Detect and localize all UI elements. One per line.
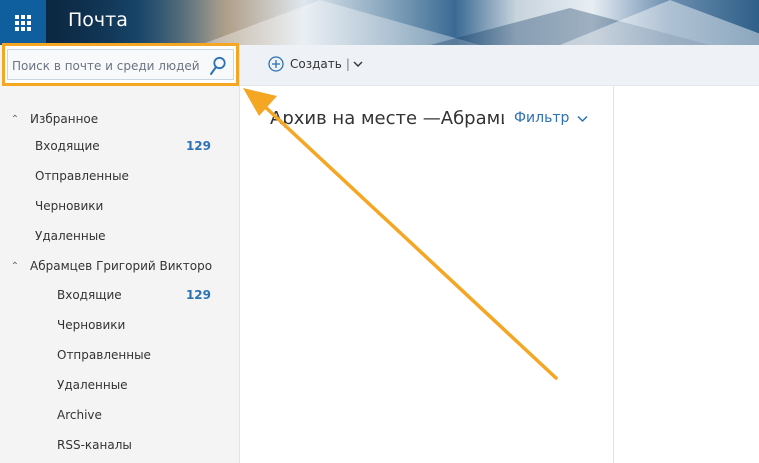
search-field-frame bbox=[7, 49, 234, 80]
account-item-sent[interactable]: Отправленные bbox=[0, 343, 240, 367]
chevron-down-icon bbox=[577, 115, 588, 122]
search-icon[interactable] bbox=[209, 56, 227, 76]
header-background-3 bbox=[560, 0, 759, 45]
message-list: Архив на месте —Абрамцев Григорий Виктор… bbox=[240, 86, 614, 463]
folder-label: Черновики bbox=[57, 318, 126, 332]
search-box bbox=[2, 43, 239, 86]
chevron-down-icon[interactable] bbox=[353, 59, 363, 69]
favorites-item-drafts[interactable]: Черновики bbox=[0, 194, 240, 218]
account-item-inbox[interactable]: Входящие 129 bbox=[0, 283, 240, 307]
chevron-up-icon: ⌃ bbox=[10, 113, 20, 125]
folder-label: Отправленные bbox=[35, 169, 129, 183]
folder-label: RSS-каналы bbox=[57, 438, 132, 452]
folder-pane: ⌃ Избранное Входящие 129 Отправленные Че… bbox=[0, 45, 240, 463]
waffle-icon bbox=[15, 14, 31, 31]
folder-label: Archive bbox=[57, 408, 102, 422]
search-input[interactable] bbox=[12, 56, 208, 76]
reading-pane bbox=[614, 86, 759, 463]
favorites-group-header[interactable]: ⌃ Избранное bbox=[0, 107, 240, 131]
command-bar: Создать | bbox=[240, 45, 759, 86]
folder-label: Черновики bbox=[35, 199, 104, 213]
account-group-label: Абрамцев Григорий Викторо bbox=[30, 259, 213, 273]
folder-title: Архив на месте —Абрамцев Григорий Виктор… bbox=[270, 108, 504, 129]
favorites-item-inbox[interactable]: Входящие 129 bbox=[0, 134, 240, 158]
app-launcher-button[interactable] bbox=[0, 0, 46, 45]
filter-label: Фильтр bbox=[514, 110, 570, 126]
create-button[interactable]: Создать | bbox=[268, 56, 363, 72]
account-group-header[interactable]: ⌃ Абрамцев Григорий Викторо bbox=[0, 254, 240, 278]
top-header: Почта bbox=[0, 0, 759, 45]
app-title: Почта bbox=[68, 9, 128, 31]
favorites-group-label: Избранное bbox=[30, 112, 99, 126]
folder-label: Удаленные bbox=[35, 229, 106, 243]
separator: | bbox=[345, 57, 350, 71]
chevron-up-icon: ⌃ bbox=[10, 260, 20, 272]
favorites-item-deleted[interactable]: Удаленные bbox=[0, 224, 240, 248]
account-item-deleted[interactable]: Удаленные bbox=[0, 373, 240, 397]
unread-count: 129 bbox=[185, 288, 211, 302]
filter-button[interactable]: Фильтр bbox=[514, 110, 588, 126]
folder-label: Входящие bbox=[35, 139, 100, 153]
unread-count: 129 bbox=[185, 139, 211, 153]
create-label: Создать bbox=[290, 57, 342, 71]
favorites-item-sent[interactable]: Отправленные bbox=[0, 164, 240, 188]
folder-label: Входящие bbox=[57, 288, 122, 302]
account-item-rss[interactable]: RSS-каналы bbox=[0, 433, 240, 457]
account-item-archive[interactable]: Archive bbox=[0, 403, 240, 427]
plus-circle-icon bbox=[268, 56, 284, 72]
folder-label: Удаленные bbox=[57, 378, 128, 392]
folder-label: Отправленные bbox=[57, 348, 151, 362]
account-item-drafts[interactable]: Черновики bbox=[0, 313, 240, 337]
